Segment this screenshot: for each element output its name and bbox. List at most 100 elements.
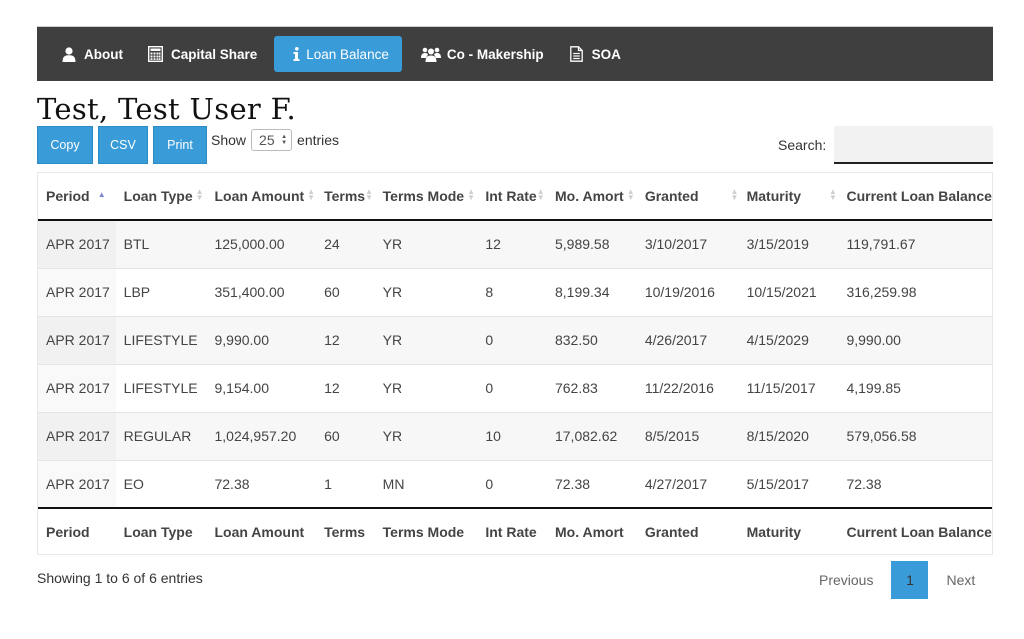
table-info: Showing 1 to 6 of 6 entries: [37, 570, 203, 586]
calculator-icon: [147, 46, 165, 62]
cell-loan-type: EO: [115, 459, 207, 508]
user-icon: [60, 46, 78, 62]
column-header-current-loan-balance[interactable]: Current Loan Balance: [838, 173, 992, 221]
sort-both-icon: ▲ ▼: [307, 187, 316, 202]
nav-co-makership[interactable]: Co - Makership: [410, 36, 555, 72]
nav-loan-balance[interactable]: Loan Balance: [274, 36, 402, 72]
footer-granted: Granted: [636, 507, 739, 555]
cell-int-rate: 10: [477, 411, 547, 460]
page-length-value: 25: [259, 132, 275, 148]
sort-both-icon: ▲ ▼: [195, 187, 204, 202]
table-row: APR 2017 BTL 125,000.00 24 YR 12 5,989.5…: [38, 220, 992, 268]
sort-both-icon: ▲ ▼: [829, 187, 837, 202]
cell-loan-amount: 125,000.00: [206, 220, 317, 268]
column-header-period[interactable]: Period ▲: [38, 173, 116, 221]
cell-period: APR 2017: [38, 315, 116, 364]
cell-loan-type: LIFESTYLE: [115, 315, 207, 364]
cell-current-loan-balance: 119,791.67: [838, 220, 992, 268]
sort-both-icon: ▲ ▼: [365, 187, 373, 202]
column-header-loan-amount[interactable]: Loan Amount ▲ ▼: [206, 173, 317, 221]
print-button[interactable]: Print: [153, 126, 207, 164]
nav-about[interactable]: About: [49, 36, 134, 72]
table-header-row: Period ▲ Loan Type ▲ ▼ Loan Amount ▲ ▼ Terms▲…: [38, 173, 992, 221]
csv-button[interactable]: CSV: [98, 126, 148, 164]
users-icon: [420, 46, 441, 62]
cell-period: APR 2017: [38, 267, 116, 316]
column-header-terms[interactable]: Terms▲ ▼: [316, 173, 375, 221]
export-buttons: Copy CSV Print: [37, 126, 212, 164]
cell-loan-amount: 72.38: [206, 459, 317, 508]
column-header-loan-type[interactable]: Loan Type ▲ ▼: [115, 173, 207, 221]
cell-maturity: 5/15/2017: [738, 459, 839, 508]
nav-capital-share[interactable]: Capital Share: [136, 36, 268, 72]
cell-mo-amort: 17,082.62: [546, 411, 637, 460]
cell-granted: 4/26/2017: [636, 315, 739, 364]
nav-soa[interactable]: SOA: [557, 36, 632, 72]
nav-soa-label: SOA: [591, 46, 621, 62]
cell-terms-mode: YR: [374, 363, 478, 412]
nav-about-label: About: [84, 46, 123, 62]
cell-granted: 8/5/2015: [636, 411, 739, 460]
cell-loan-type: REGULAR: [115, 411, 207, 460]
cell-current-loan-balance: 72.38: [838, 459, 992, 508]
cell-terms-mode: YR: [374, 267, 478, 316]
footer-loan-amount: Loan Amount: [206, 507, 317, 555]
cell-terms: 12: [316, 315, 375, 364]
footer-period: Period: [38, 507, 116, 555]
cell-current-loan-balance: 579,056.58: [838, 411, 992, 460]
page-title: Test, Test User F.: [37, 92, 297, 126]
loan-balance-table-container: Period ▲ Loan Type ▲ ▼ Loan Amount ▲ ▼ Terms▲…: [37, 172, 993, 555]
cell-mo-amort: 762.83: [546, 363, 637, 412]
column-header-mo-amort[interactable]: Mo. Amort ▲ ▼: [546, 173, 637, 221]
entries-label: entries: [297, 132, 340, 148]
column-header-granted[interactable]: Granted ▲ ▼: [636, 173, 739, 221]
cell-int-rate: 8: [477, 267, 547, 316]
cell-maturity: 10/15/2021: [738, 267, 839, 316]
cell-loan-amount: 9,154.00: [206, 363, 317, 412]
cell-terms-mode: YR: [374, 220, 478, 268]
cell-maturity: 8/15/2020: [738, 411, 839, 460]
info-icon: [292, 46, 300, 62]
cell-loan-amount: 351,400.00: [206, 267, 317, 316]
page-length-control: Show 25 ▲ ▼ entries: [211, 129, 339, 151]
page-length-select[interactable]: 25 ▲ ▼: [251, 129, 293, 151]
nav-co-makership-label: Co - Makership: [446, 46, 544, 62]
cell-loan-type: LBP: [115, 267, 207, 316]
cell-terms-mode: MN: [374, 459, 478, 508]
nav-capital-share-label: Capital Share: [170, 46, 258, 62]
column-header-terms-mode[interactable]: Terms Mode ▲ ▼: [374, 173, 478, 221]
previous-page-button[interactable]: Previous: [806, 561, 886, 599]
cell-mo-amort: 5,989.58: [546, 220, 637, 268]
cell-mo-amort: 8,199.34: [546, 267, 637, 316]
cell-int-rate: 0: [477, 459, 547, 508]
column-header-maturity[interactable]: Maturity ▲ ▼: [738, 173, 839, 221]
sort-both-icon: ▲ ▼: [467, 187, 476, 202]
cell-period: APR 2017: [38, 411, 116, 460]
nav-loan-balance-label: Loan Balance: [306, 46, 389, 62]
table-footer-row: Period Loan Type Loan Amount Terms Terms…: [38, 507, 992, 555]
sort-both-icon: ▲ ▼: [730, 187, 739, 202]
sort-both-icon: ▲ ▼: [626, 187, 635, 202]
cell-terms: 60: [316, 411, 375, 460]
copy-button[interactable]: Copy: [37, 126, 93, 164]
next-page-button[interactable]: Next: [933, 561, 988, 599]
cell-maturity: 11/15/2017: [738, 363, 839, 412]
search-control: Search:: [778, 126, 994, 164]
footer-terms: Terms: [316, 507, 375, 555]
cell-maturity: 3/15/2019: [738, 220, 839, 268]
cell-period: APR 2017: [38, 220, 116, 268]
footer-maturity: Maturity: [738, 507, 839, 555]
cell-granted: 11/22/2016: [636, 363, 739, 412]
cell-granted: 4/27/2017: [636, 459, 739, 508]
search-input[interactable]: [834, 126, 994, 164]
cell-granted: 3/10/2017: [636, 220, 739, 268]
cell-loan-type: BTL: [115, 220, 207, 268]
document-icon: [568, 46, 586, 62]
column-header-int-rate[interactable]: Int Rate▲ ▼: [477, 173, 547, 221]
page-1-button[interactable]: 1: [891, 561, 929, 599]
show-label: Show: [211, 132, 247, 148]
footer-terms-mode: Terms Mode: [374, 507, 478, 555]
cell-terms: 60: [316, 267, 375, 316]
table-row: APR 2017 REGULAR 1,024,957.20 60 YR 10 1…: [38, 411, 992, 460]
footer-mo-amort: Mo. Amort: [546, 507, 637, 555]
